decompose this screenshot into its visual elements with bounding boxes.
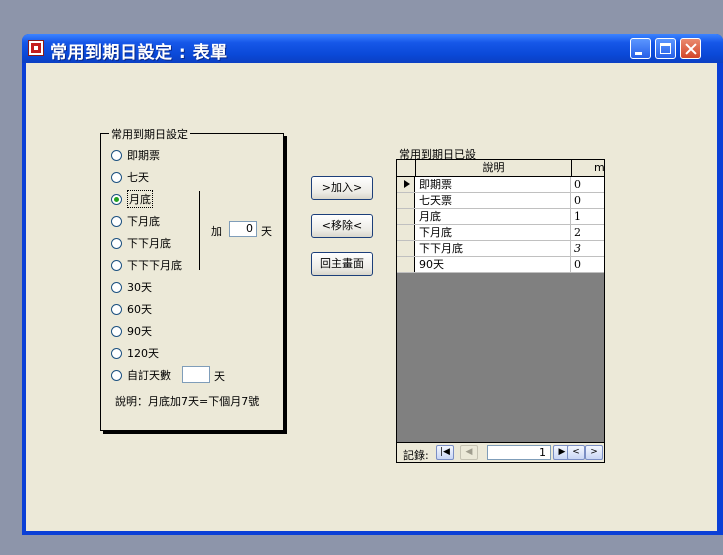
radio-option-120-days[interactable]: 120天 [111, 344, 159, 362]
form-body: 常用到期日設定 即期票 七天 月底 下月底 下下月底 下下下月底 30天 60天… [26, 63, 717, 531]
access-form-icon[interactable] [28, 40, 44, 56]
current-record-icon[interactable] [397, 177, 415, 192]
cell-m[interactable]: 0 [572, 193, 604, 208]
table-row[interactable]: 即期票 0 [397, 177, 604, 193]
cell-description[interactable]: 七天票 [416, 193, 571, 208]
close-button[interactable] [680, 38, 701, 59]
cell-m[interactable]: 3 [572, 241, 604, 256]
radio-label: 下下下月底 [127, 259, 182, 272]
radio-button[interactable] [111, 171, 122, 183]
table-row[interactable]: 90天 0 [397, 257, 604, 273]
radio-button[interactable] [111, 215, 122, 227]
radio-label: 自訂天數 [127, 369, 171, 382]
radio-label: 下下月底 [127, 237, 171, 250]
column-header-m[interactable]: m [572, 160, 604, 176]
radio-button[interactable] [111, 149, 122, 161]
row-selector[interactable] [397, 225, 415, 240]
radio-button[interactable] [111, 325, 122, 337]
add-days-input[interactable]: 0 [229, 221, 257, 237]
title-bar[interactable]: 常用到期日設定 : 表單 [22, 34, 723, 63]
minimize-button[interactable] [630, 38, 651, 59]
radio-option-third-month-end[interactable]: 下下下月底 [111, 256, 182, 274]
cell-description[interactable]: 90天 [416, 257, 571, 272]
cell-m[interactable]: 1 [572, 209, 604, 224]
explanation-note: 說明：月底加7天=下個月7號 [115, 395, 260, 408]
form-window: 常用到期日設定 : 表單 常用到期日設定 即期票 七天 月底 下月底 下下月底 … [22, 34, 723, 535]
add-days-unit-label: 天 [261, 225, 272, 238]
custom-days-unit-label: 天 [214, 370, 225, 383]
add-days-label: 加 [211, 225, 222, 238]
radio-label: 下月底 [127, 215, 160, 228]
radio-button-selected[interactable] [111, 193, 122, 205]
option-group-title: 常用到期日設定 [109, 126, 190, 142]
remove-button[interactable]: <移除< [311, 214, 373, 238]
cell-description[interactable]: 即期票 [416, 177, 571, 192]
radio-label: 60天 [127, 303, 152, 316]
radio-button[interactable] [111, 281, 122, 293]
radio-button[interactable] [111, 259, 122, 271]
configured-due-dates-subform: 說明 m 即期票 0 七天票 0 月底 1 下月底 2 下下月底 3 90天 0… [396, 159, 605, 463]
radio-label: 90天 [127, 325, 152, 338]
cell-m[interactable]: 2 [572, 225, 604, 240]
radio-option-custom-days[interactable]: 自訂天數 [111, 366, 171, 384]
radio-option-90-days[interactable]: 90天 [111, 322, 152, 340]
radio-label: 七天 [127, 171, 149, 184]
radio-option-30-days[interactable]: 30天 [111, 278, 152, 296]
scroll-right-arrow-icon[interactable]: > [585, 445, 603, 460]
scroll-left-arrow-icon[interactable]: < [567, 445, 585, 460]
radio-option-immediate[interactable]: 即期票 [111, 146, 160, 164]
maximize-button[interactable] [655, 38, 676, 59]
datasheet-header: 說明 m [397, 160, 604, 177]
cell-m[interactable]: 0 [572, 177, 604, 192]
table-row[interactable]: 下月底 2 [397, 225, 604, 241]
cell-description[interactable]: 下下月底 [416, 241, 571, 256]
back-to-main-button[interactable]: 回主畫面 [311, 252, 373, 276]
cell-description[interactable]: 月底 [416, 209, 571, 224]
table-row[interactable]: 月底 1 [397, 209, 604, 225]
radio-option-month-after-next-end[interactable]: 下下月底 [111, 234, 171, 252]
radio-option-seven-days[interactable]: 七天 [111, 168, 149, 186]
divider-line [199, 191, 200, 270]
radio-option-60-days[interactable]: 60天 [111, 300, 152, 318]
record-navigation-bar: 記錄: |◀ ◀ 1 ▶ < > [397, 442, 604, 462]
record-number-input[interactable]: 1 [487, 445, 551, 460]
radio-label: 120天 [127, 347, 159, 360]
radio-button[interactable] [111, 369, 122, 381]
window-title: 常用到期日設定 : 表單 [50, 43, 228, 63]
add-button[interactable]: >加入> [311, 176, 373, 200]
row-selector[interactable] [397, 209, 415, 224]
row-selector[interactable] [397, 193, 415, 208]
column-header-description[interactable]: 說明 [416, 160, 572, 176]
radio-button[interactable] [111, 237, 122, 249]
radio-label: 月底 [127, 190, 153, 208]
table-row[interactable]: 七天票 0 [397, 193, 604, 209]
cell-m[interactable]: 0 [572, 257, 604, 272]
due-date-option-group: 常用到期日設定 即期票 七天 月底 下月底 下下月底 下下下月底 30天 60天… [100, 126, 284, 431]
row-selector[interactable] [397, 241, 415, 256]
first-record-button[interactable]: |◀ [436, 445, 454, 460]
cell-description[interactable]: 下月底 [416, 225, 571, 240]
radio-label: 30天 [127, 281, 152, 294]
previous-record-button[interactable]: ◀ [460, 445, 478, 460]
custom-days-input[interactable] [182, 366, 210, 383]
radio-button[interactable] [111, 303, 122, 315]
table-row[interactable]: 下下月底 3 [397, 241, 604, 257]
radio-option-next-month-end[interactable]: 下月底 [111, 212, 160, 230]
record-label: 記錄: [403, 449, 429, 462]
select-all-corner[interactable] [397, 160, 416, 176]
radio-button[interactable] [111, 347, 122, 359]
radio-label: 即期票 [127, 149, 160, 162]
radio-option-month-end[interactable]: 月底 [111, 190, 153, 208]
row-selector[interactable] [397, 257, 415, 272]
